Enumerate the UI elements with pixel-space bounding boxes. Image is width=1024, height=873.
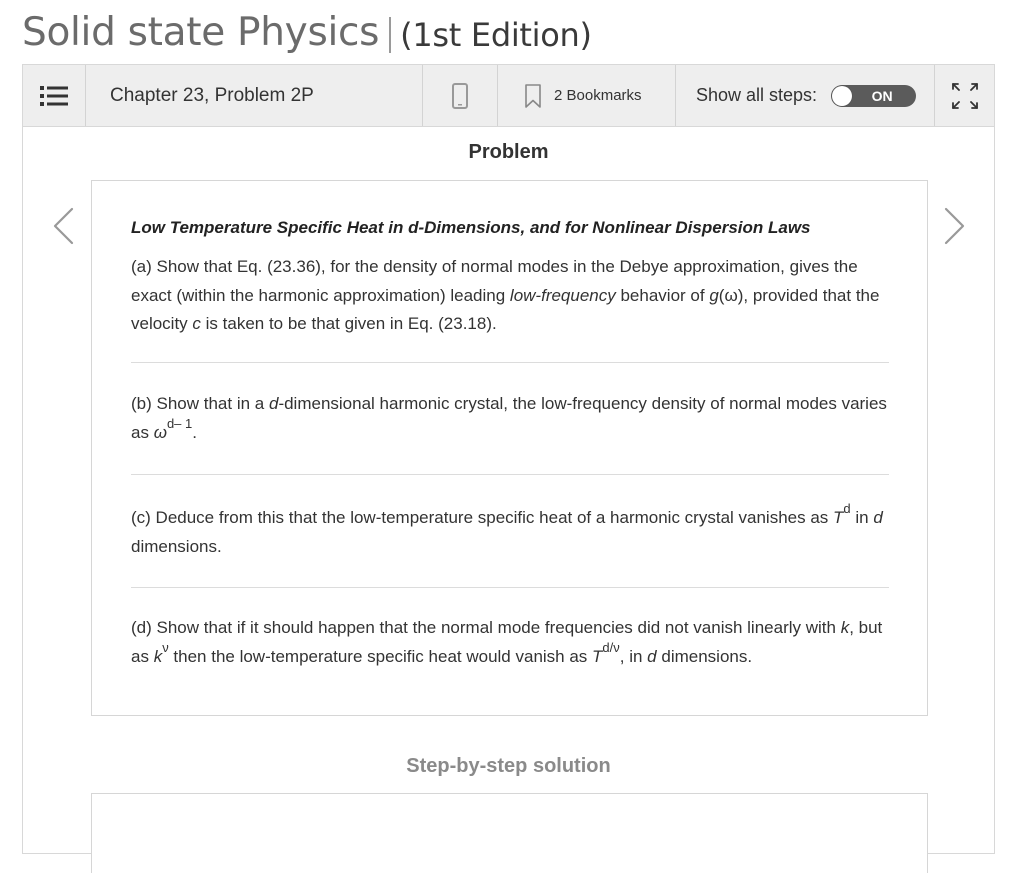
part-d-italic: d — [647, 646, 657, 666]
part-c-text: in — [850, 508, 874, 527]
chevron-left-icon — [53, 207, 74, 245]
problem-heading: Problem — [468, 141, 549, 163]
fullscreen-button[interactable] — [935, 65, 995, 126]
part-b-italic: ω — [153, 422, 167, 442]
expand-fullscreen-icon — [952, 82, 978, 109]
problem-part-a: (a) Show that Eq. (23.36), for the densi… — [131, 253, 891, 339]
show-all-steps: Show all steps: ON — [676, 65, 934, 126]
part-d-superscript: ν — [162, 639, 169, 655]
part-c-text: (c) Deduce from this that the low-temper… — [131, 508, 834, 527]
solution-viewer: Chapter 23, Problem 2P 2 Bookmarks Show … — [22, 64, 995, 873]
part-a-italic: low-frequency — [509, 285, 616, 305]
part-d-text: dimensions. — [656, 646, 753, 666]
book-edition: (1st Edition) — [400, 16, 592, 54]
part-b-text: . — [192, 422, 197, 442]
part-a-text: behavior of — [615, 285, 710, 305]
problem-part-c: (c) Deduce from this that the low-temper… — [131, 501, 891, 561]
previous-problem-button[interactable] — [43, 205, 83, 247]
part-d-superscript: d/ν — [602, 639, 620, 655]
part-divider — [131, 362, 889, 363]
mobile-view-button[interactable] — [423, 65, 497, 126]
chapter-problem-label: Chapter 23, Problem 2P — [110, 84, 314, 106]
part-d-italic: k — [153, 646, 163, 666]
toolbar: Chapter 23, Problem 2P 2 Bookmarks Show … — [23, 65, 994, 127]
solution-heading: Step-by-step solution — [406, 755, 611, 777]
part-a-italic: c — [192, 314, 201, 333]
part-d-text: (d) Show that if it should happen that t… — [131, 618, 841, 637]
book-title: Solid state Physics (1st Edition) — [22, 6, 592, 56]
part-c-italic: T — [833, 508, 844, 527]
part-b-superscript: d– 1 — [166, 415, 193, 431]
mobile-phone-icon — [452, 82, 468, 109]
part-c-italic: d — [873, 508, 883, 527]
part-d-text: , in — [619, 646, 648, 666]
part-c-superscript: d — [843, 501, 851, 517]
part-d-text: then the low-temperature specific heat w… — [168, 646, 593, 666]
solution-panel — [91, 793, 928, 873]
bookmark-icon — [525, 83, 541, 108]
toggle-state: ON — [871, 87, 893, 104]
chevron-right-icon — [944, 207, 965, 245]
problem-part-d: (d) Show that if it should happen that t… — [131, 614, 891, 671]
part-c-text: dimensions. — [131, 536, 222, 556]
bookmarks-count: 2 Bookmarks — [554, 87, 642, 104]
table-of-contents-button[interactable] — [23, 65, 85, 126]
bookmarks-button[interactable]: 2 Bookmarks — [498, 65, 675, 126]
problem-statement: Low Temperature Specific Heat in d-Dimen… — [91, 180, 928, 716]
toggle-knob — [832, 85, 853, 106]
part-divider — [131, 587, 889, 588]
next-problem-button[interactable] — [935, 205, 975, 247]
part-divider — [131, 474, 889, 475]
problem-part-b: (b) Show that in a d-dimensional harmoni… — [131, 390, 891, 447]
part-d-italic: T — [592, 646, 603, 666]
problem-title: Low Temperature Specific Heat in d-Dimen… — [131, 218, 811, 237]
part-a-italic: g — [709, 285, 719, 305]
part-a-text: is taken to be that given in Eq. (23.18)… — [200, 314, 497, 333]
part-b-text: (b) Show that in a — [131, 394, 269, 413]
part-d-italic: k — [840, 618, 850, 637]
show-all-steps-toggle[interactable]: ON — [831, 84, 917, 107]
show-all-steps-label: Show all steps: — [696, 85, 818, 105]
list-menu-icon — [40, 85, 68, 106]
book-name: Solid state Physics — [22, 10, 380, 55]
title-divider — [389, 17, 392, 53]
